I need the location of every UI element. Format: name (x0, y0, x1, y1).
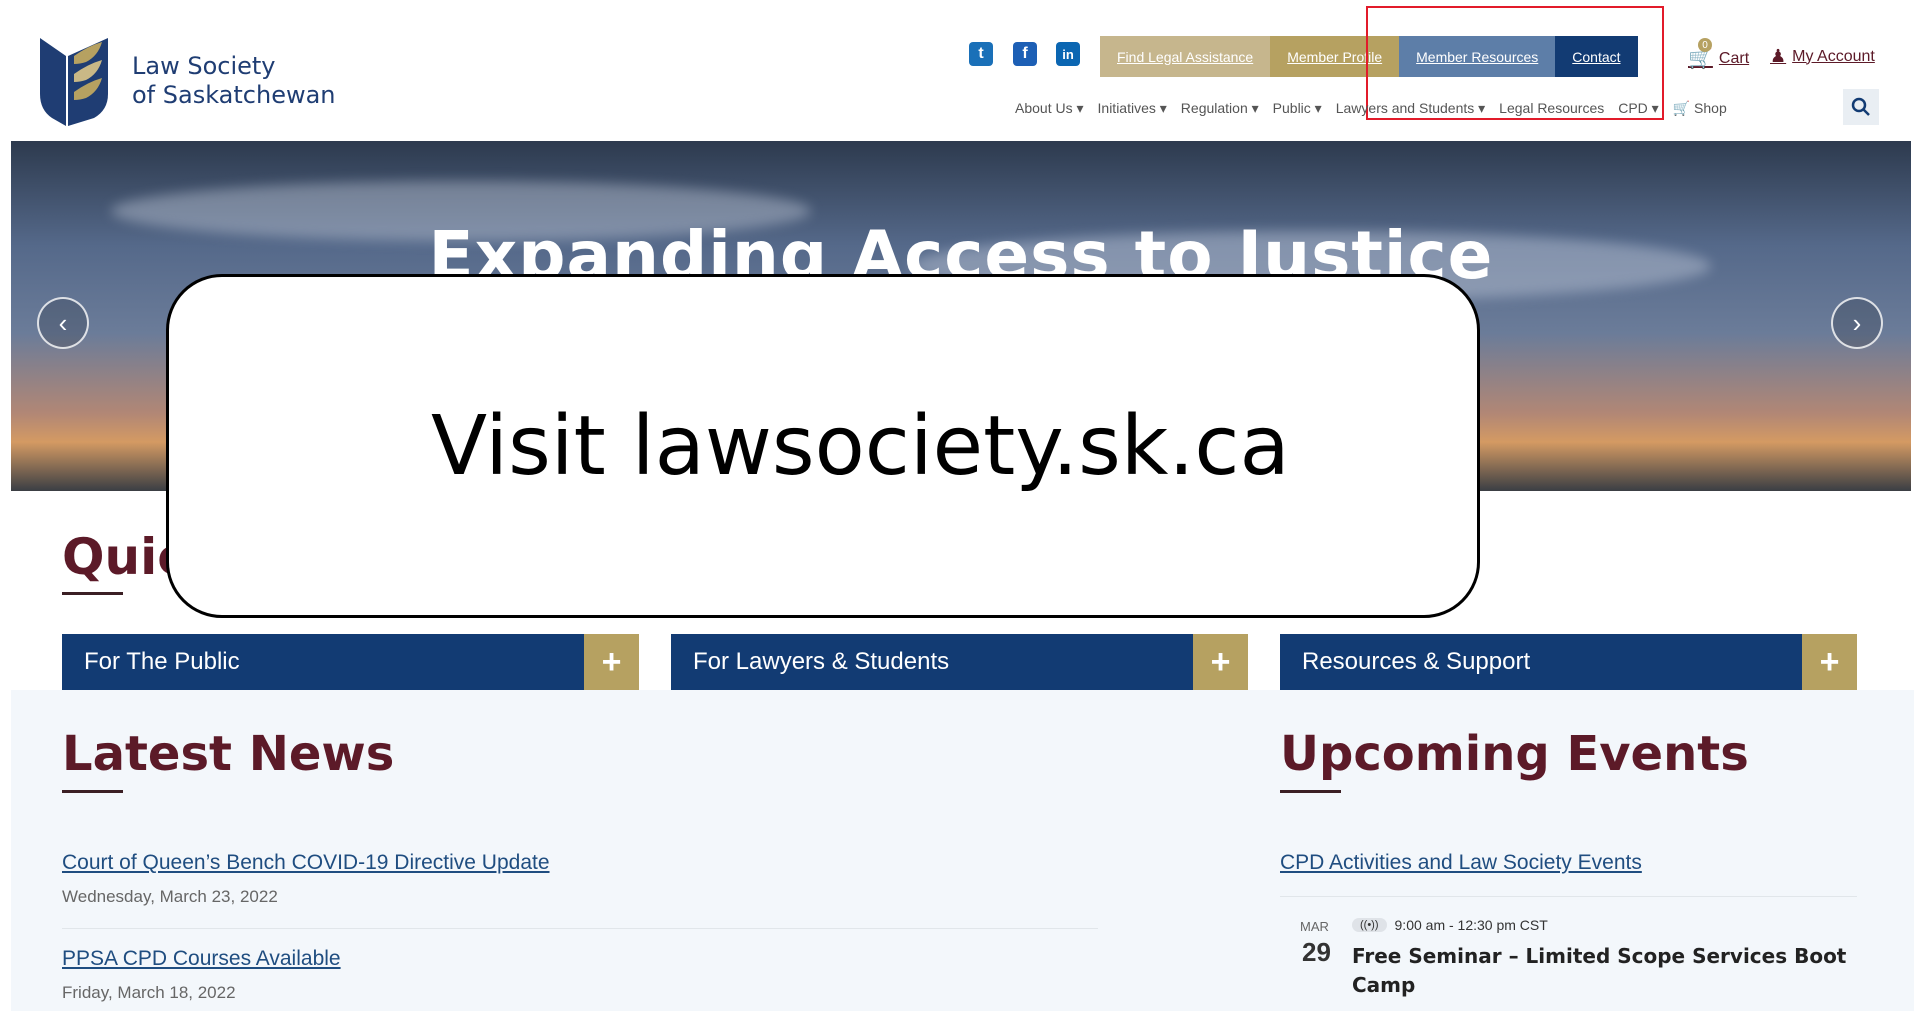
accordion-resources-support[interactable]: Resources & Support + (1280, 634, 1857, 690)
accordion-label: Resources & Support (1302, 648, 1531, 675)
chevron-down-icon: ▾ (1072, 100, 1084, 116)
linkedin-icon[interactable]: in (1056, 42, 1080, 66)
nav-item-shop[interactable]: 🛒 Shop (1673, 100, 1727, 117)
accordion-label: For The Public (84, 648, 240, 675)
cart-count-badge: 0 (1698, 38, 1712, 52)
linkedin-glyph: in (1062, 46, 1074, 62)
event-month: MAR (1300, 919, 1329, 934)
nav-label: Initiatives (1097, 100, 1156, 116)
cart-icon: 🛒 0 (1688, 38, 1713, 70)
chevron-down-icon: ▾ (1647, 100, 1659, 116)
twitter-glyph: t (978, 45, 984, 62)
news-divider (62, 928, 1098, 929)
heading-underline (62, 790, 123, 793)
nav-label: Legal Resources (1499, 100, 1605, 116)
main-nav: About Us ▾ Initiatives ▾ Regulation ▾ Pu… (1015, 100, 1727, 117)
nav-label: Lawyers and Students (1335, 100, 1475, 116)
event-time: 9:00 am - 12:30 pm CST (1394, 917, 1548, 933)
carousel-next-button[interactable]: › (1831, 297, 1883, 349)
nav-item-initiatives[interactable]: Initiatives ▾ (1098, 100, 1167, 117)
event-day: 29 (1302, 937, 1331, 967)
plus-icon[interactable]: + (584, 634, 639, 690)
nav-item-public[interactable]: Public ▾ (1273, 100, 1322, 117)
event-time-row: ((•)) 9:00 am - 12:30 pm CST (1352, 917, 1548, 933)
facebook-glyph: f (1022, 45, 1028, 62)
brand-name[interactable]: Law Society of Saskatchewan (132, 52, 336, 110)
accordion-for-the-public[interactable]: For The Public + (62, 634, 639, 690)
events-divider (1280, 896, 1857, 897)
search-button[interactable] (1843, 89, 1879, 125)
news-item-link[interactable]: PPSA CPD Courses Available (62, 947, 341, 971)
heading-underline (62, 592, 123, 595)
chevron-down-icon: ▾ (1247, 100, 1259, 116)
heading-underline (1280, 790, 1341, 793)
accordion-for-lawyers-students[interactable]: For Lawyers & Students + (671, 634, 1248, 690)
nav-label: Shop (1694, 100, 1727, 116)
promo-overlay: Visit lawsociety.sk.ca (166, 274, 1480, 618)
nav-label: Public (1272, 100, 1311, 116)
chevron-right-icon: › (1852, 307, 1862, 338)
news-item-date: Friday, March 18, 2022 (62, 983, 236, 1002)
twitter-icon[interactable]: t (969, 42, 993, 66)
news-item-date: Wednesday, March 23, 2022 (62, 887, 278, 906)
upcoming-events-heading: Upcoming Events (1280, 726, 1749, 782)
chevron-down-icon: ▾ (1310, 100, 1322, 116)
latest-news-heading: Latest News (62, 726, 395, 782)
user-icon: ♟ (1770, 46, 1787, 66)
brand-line-2: of Saskatchewan (132, 81, 336, 109)
nav-label: About Us (1015, 100, 1073, 116)
chevron-down-icon: ▾ (1474, 100, 1486, 116)
brand-line-1: Law Society (132, 52, 276, 80)
facebook-icon[interactable]: f (1013, 42, 1037, 66)
nav-item-about-us[interactable]: About Us ▾ (1015, 100, 1084, 117)
nav-item-lawyers-and-students[interactable]: Lawyers and Students ▾ (1336, 100, 1485, 117)
law-society-logo[interactable] (38, 34, 108, 126)
cart-icon: 🛒 (1672, 100, 1695, 116)
news-item-link[interactable]: Court of Queen’s Bench COVID-19 Directiv… (62, 851, 550, 875)
chevron-left-icon: ‹ (58, 307, 68, 338)
broadcast-icon: ((•)) (1352, 918, 1387, 932)
overlay-text: Visit lawsociety.sk.ca (431, 398, 1290, 494)
nav-item-legal-resources[interactable]: Legal Resources (1499, 100, 1604, 117)
event-title[interactable]: Free Seminar – Limited Scope Services Bo… (1352, 942, 1862, 1000)
carousel-prev-button[interactable]: ‹ (37, 297, 89, 349)
chevron-down-icon: ▾ (1155, 100, 1167, 116)
my-account-label: My Account (1792, 47, 1875, 65)
nav-item-cpd[interactable]: CPD ▾ (1618, 100, 1658, 117)
search-icon (1851, 97, 1870, 116)
events-link[interactable]: CPD Activities and Law Society Events (1280, 851, 1642, 875)
plus-icon[interactable]: + (1802, 634, 1857, 690)
accordion-label: For Lawyers & Students (693, 648, 950, 675)
my-account-link[interactable]: ♟ My Account (1770, 46, 1875, 67)
cart-link[interactable]: 🛒 0 Cart (1688, 38, 1750, 71)
nav-label: CPD (1618, 100, 1648, 116)
plus-icon[interactable]: + (1193, 634, 1248, 690)
nav-label: Regulation (1180, 100, 1248, 116)
cart-label: Cart (1718, 49, 1750, 67)
nav-item-regulation[interactable]: Regulation ▾ (1181, 100, 1259, 117)
find-legal-assistance-link[interactable]: Find Legal Assistance (1100, 36, 1271, 77)
